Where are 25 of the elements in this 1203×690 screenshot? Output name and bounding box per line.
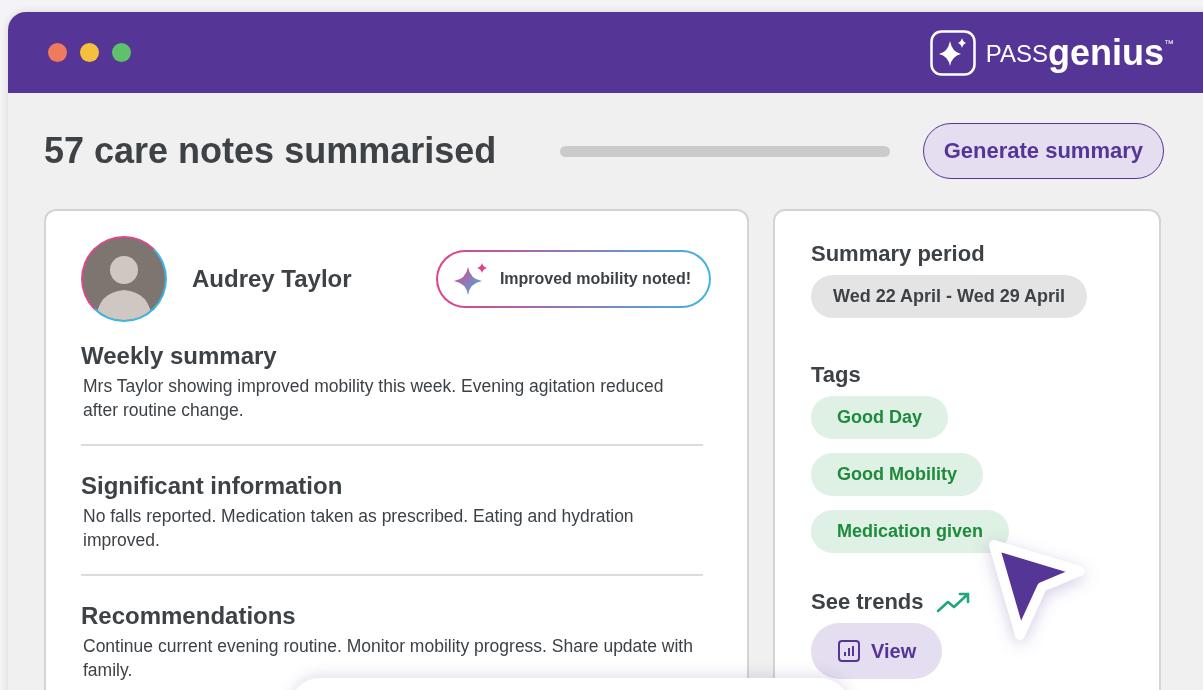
tags-label: Tags — [811, 362, 862, 388]
date-range-chip: Wed 22 April - Wed 29 April — [811, 275, 1088, 318]
sparkle-logo-icon — [929, 29, 976, 76]
section-heading: Significant information — [81, 472, 344, 500]
page-title: 57 care notes summarised — [44, 130, 497, 172]
period-label: Summary period — [811, 241, 986, 267]
section-heading: Recommendations — [81, 602, 297, 630]
section-text: Mrs Taylor showing improved mobility this week. Evening agitation reduced after routine change. — [83, 375, 665, 422]
maximize-button[interactable] — [112, 43, 131, 62]
section-heading: Weekly summary — [81, 342, 278, 370]
view-button[interactable]: View — [811, 623, 943, 679]
tag-chip[interactable]: Medication given — [811, 510, 1010, 553]
close-button[interactable] — [48, 43, 67, 62]
badge-text: Improved mobility noted! — [499, 270, 691, 288]
section-text: Continue current evening routine. Monitor mobility progress. Share update with family. — [83, 635, 694, 682]
tag-chip[interactable]: Good Day — [811, 396, 948, 439]
resident-name: Audrey Taylor — [192, 265, 352, 293]
trends-label: See trends — [811, 589, 924, 615]
tag-chip[interactable]: Good Mobility — [811, 453, 983, 496]
generate-summary-button[interactable]: Generate summary — [922, 123, 1164, 179]
bar-chart-icon — [837, 639, 861, 663]
minimize-button[interactable] — [80, 43, 99, 62]
brand-name: PASSgenius$^{™}$ — [985, 31, 1174, 74]
section-text: No falls reported. Medication taken as prescribed. Eating and hydration improved. — [83, 505, 635, 552]
trending-up-icon — [935, 590, 972, 614]
